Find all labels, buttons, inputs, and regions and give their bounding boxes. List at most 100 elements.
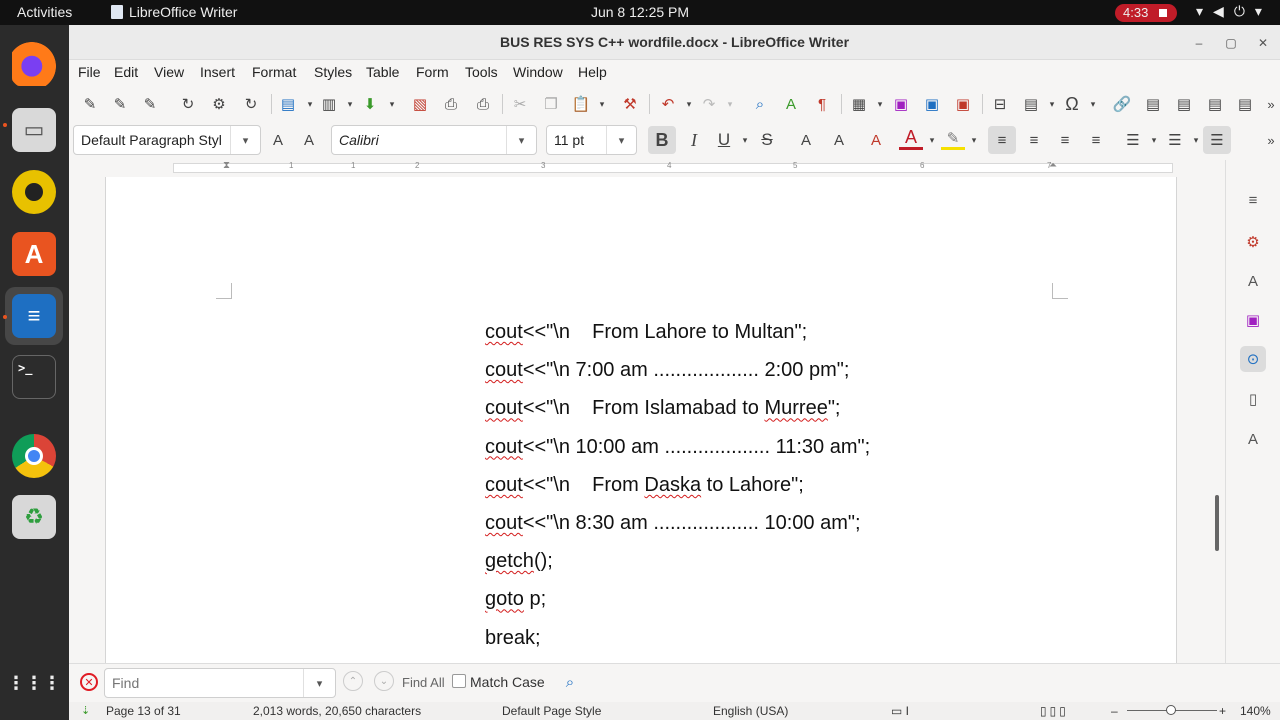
comment-icon[interactable]: ▤ [1172,92,1196,116]
language[interactable]: English (USA) [713,704,788,718]
horizontal-ruler[interactable]: ⧗ 1 1 2 3 4 5 6 7 ⏶ [105,160,1176,176]
font-name-combo[interactable]: Calibri ▾ [331,125,537,155]
more-options-icon[interactable]: » [1259,128,1280,152]
chevron-down-icon[interactable]: ▾ [590,92,614,116]
code-line[interactable]: cout<<"\n From Lahore to Multan"; [485,321,807,344]
copy-icon[interactable]: ❐ [539,92,563,116]
menu-insert[interactable]: Insert [200,64,235,80]
find-combo[interactable]: ▾ [104,668,336,698]
terminal-icon[interactable]: >_ [12,355,56,399]
code-line[interactable]: cout<<"\n 8:30 am ................... 10… [485,512,861,535]
menu-window[interactable]: Window [513,64,563,80]
view-layout-icons[interactable]: ▯▯▯ [1040,704,1069,718]
align-right-button[interactable]: ≡ [1053,128,1077,152]
clear-formatting-icon[interactable]: A [864,128,888,152]
code-line[interactable]: goto p; [485,588,546,611]
files-icon[interactable]: ▭ [12,108,56,152]
find-all-button[interactable]: Find All [402,675,445,690]
print-icon[interactable]: ⎙ [439,92,463,116]
find-replace-icon[interactable]: ⌕ [558,670,582,694]
code-line[interactable]: cout<<"\n From Islamabad to Murree"; [485,397,840,420]
pdf-export-icon[interactable]: ▧ [408,92,432,116]
formatting-marks-icon[interactable]: ¶ [810,92,834,116]
align-left-button[interactable]: ≡ [988,126,1016,154]
chrome-icon[interactable] [12,434,56,478]
bold-button[interactable]: B [648,126,676,154]
code-line[interactable]: getch(); [485,550,553,573]
page-break-icon[interactable]: ⊟ [988,92,1012,116]
find-previous-icon[interactable]: ⌃ [343,671,363,691]
menu-form[interactable]: Form [416,64,449,80]
chevron-down-icon[interactable]: ▾ [380,92,404,116]
maximize-button[interactable]: ▢ [1220,32,1242,54]
code-line[interactable]: cout<<"\n 10:00 am ................... 1… [485,436,870,459]
paragraph-style-combo[interactable]: Default Paragraph Styl ▾ [73,125,261,155]
zoom-in-icon[interactable]: + [1219,704,1226,718]
print-preview-icon[interactable]: ⎙ [471,92,495,116]
styles-icon[interactable]: A [1240,268,1266,294]
manage-changes-icon[interactable]: A [1240,426,1266,452]
font-size-combo[interactable]: 11 pt ▾ [546,125,637,155]
zoom-slider-handle[interactable] [1166,705,1176,715]
activities-button[interactable]: Activities [17,4,72,20]
signature-icon[interactable]: ⇣ [81,704,90,717]
code-line[interactable]: cout<<"\n 7:00 am ................... 2:… [485,359,849,382]
chevron-down-icon[interactable]: ▾ [962,128,986,152]
apps-grid-icon[interactable]: ⋮⋮⋮ [7,661,61,705]
find-next-icon[interactable]: ⌄ [374,671,394,691]
track-changes-icon[interactable]: ✎ [78,92,102,116]
clone-formatting-icon[interactable]: ⚒ [618,92,642,116]
more-options-icon[interactable]: » [1259,92,1280,116]
hyperlink-icon[interactable]: 🔗 [1110,92,1134,116]
insert-mode-icon[interactable]: ▭ I [891,704,909,718]
italic-button[interactable]: I [682,128,706,152]
cut-icon[interactable]: ✂ [508,92,532,116]
insert-textbox-icon[interactable]: ▣ [951,92,975,116]
reject-change-icon[interactable]: ✎ [138,92,162,116]
justify-button[interactable]: ≡ [1084,128,1108,152]
zoom-out-icon[interactable]: – [1111,704,1118,718]
autocorrect-icon[interactable]: ↻ [239,92,263,116]
line-icon[interactable]: ▤ [1233,92,1257,116]
zoom-level[interactable]: 140% [1240,704,1271,718]
new-document-icon[interactable]: ▤ [276,92,300,116]
system-tray[interactable]: ▾◀⏻▾ [1196,3,1272,20]
chevron-down-icon[interactable]: ▾ [230,126,260,154]
menu-styles[interactable]: Styles [314,64,352,80]
software-icon[interactable]: A [12,232,56,276]
menu-file[interactable]: File [78,64,101,80]
accept-change-icon[interactable]: ✎ [108,92,132,116]
spelling-icon[interactable]: ↻ [176,92,200,116]
track-changes-toolbar-icon[interactable]: ▤ [1203,92,1227,116]
gallery-icon[interactable]: ▣ [1240,307,1266,333]
title-bar[interactable]: BUS RES SYS C++ wordfile.docx - LibreOff… [69,25,1280,60]
chevron-down-icon[interactable]: ▾ [1081,92,1105,116]
strikethrough-button[interactable]: S [755,128,779,152]
chevron-down-icon[interactable]: ▾ [303,669,335,697]
menu-view[interactable]: View [154,64,184,80]
superscript-icon[interactable]: A [794,128,818,152]
close-find-icon[interactable]: ✕ [80,673,98,691]
code-line[interactable]: cout<<"\n From Daska to Lahore"; [485,474,804,497]
writer-icon[interactable]: ≡ [12,294,56,338]
document-page[interactable]: cout<<"\n From Lahore to Multan"; cout<<"… [105,177,1177,663]
trash-icon[interactable]: ♻ [12,495,56,539]
menu-format[interactable]: Format [252,64,296,80]
app-menu[interactable]: LibreOffice Writer [111,4,237,20]
minimize-button[interactable]: – [1188,32,1210,54]
match-case-checkbox[interactable] [452,674,466,688]
new-style-icon[interactable]: A [297,128,321,152]
insert-image-icon[interactable]: ▣ [889,92,913,116]
navigator-icon[interactable]: ⊙ [1240,346,1266,372]
chevron-down-icon[interactable]: ▾ [733,128,757,152]
properties-icon[interactable]: ⚙ [1240,229,1266,255]
spelling-check-icon[interactable]: A [779,92,803,116]
indent-marker[interactable]: ⧗ [223,160,230,171]
menu-help[interactable]: Help [578,64,607,80]
menu-tools[interactable]: Tools [465,64,498,80]
footnote-icon[interactable]: ▤ [1141,92,1165,116]
chevron-down-icon[interactable]: ▾ [506,126,536,154]
screen-recording-indicator[interactable]: 4:33 [1115,4,1177,22]
page-style[interactable]: Default Page Style [502,704,601,718]
gear-icon[interactable]: ⚙ [207,92,231,116]
